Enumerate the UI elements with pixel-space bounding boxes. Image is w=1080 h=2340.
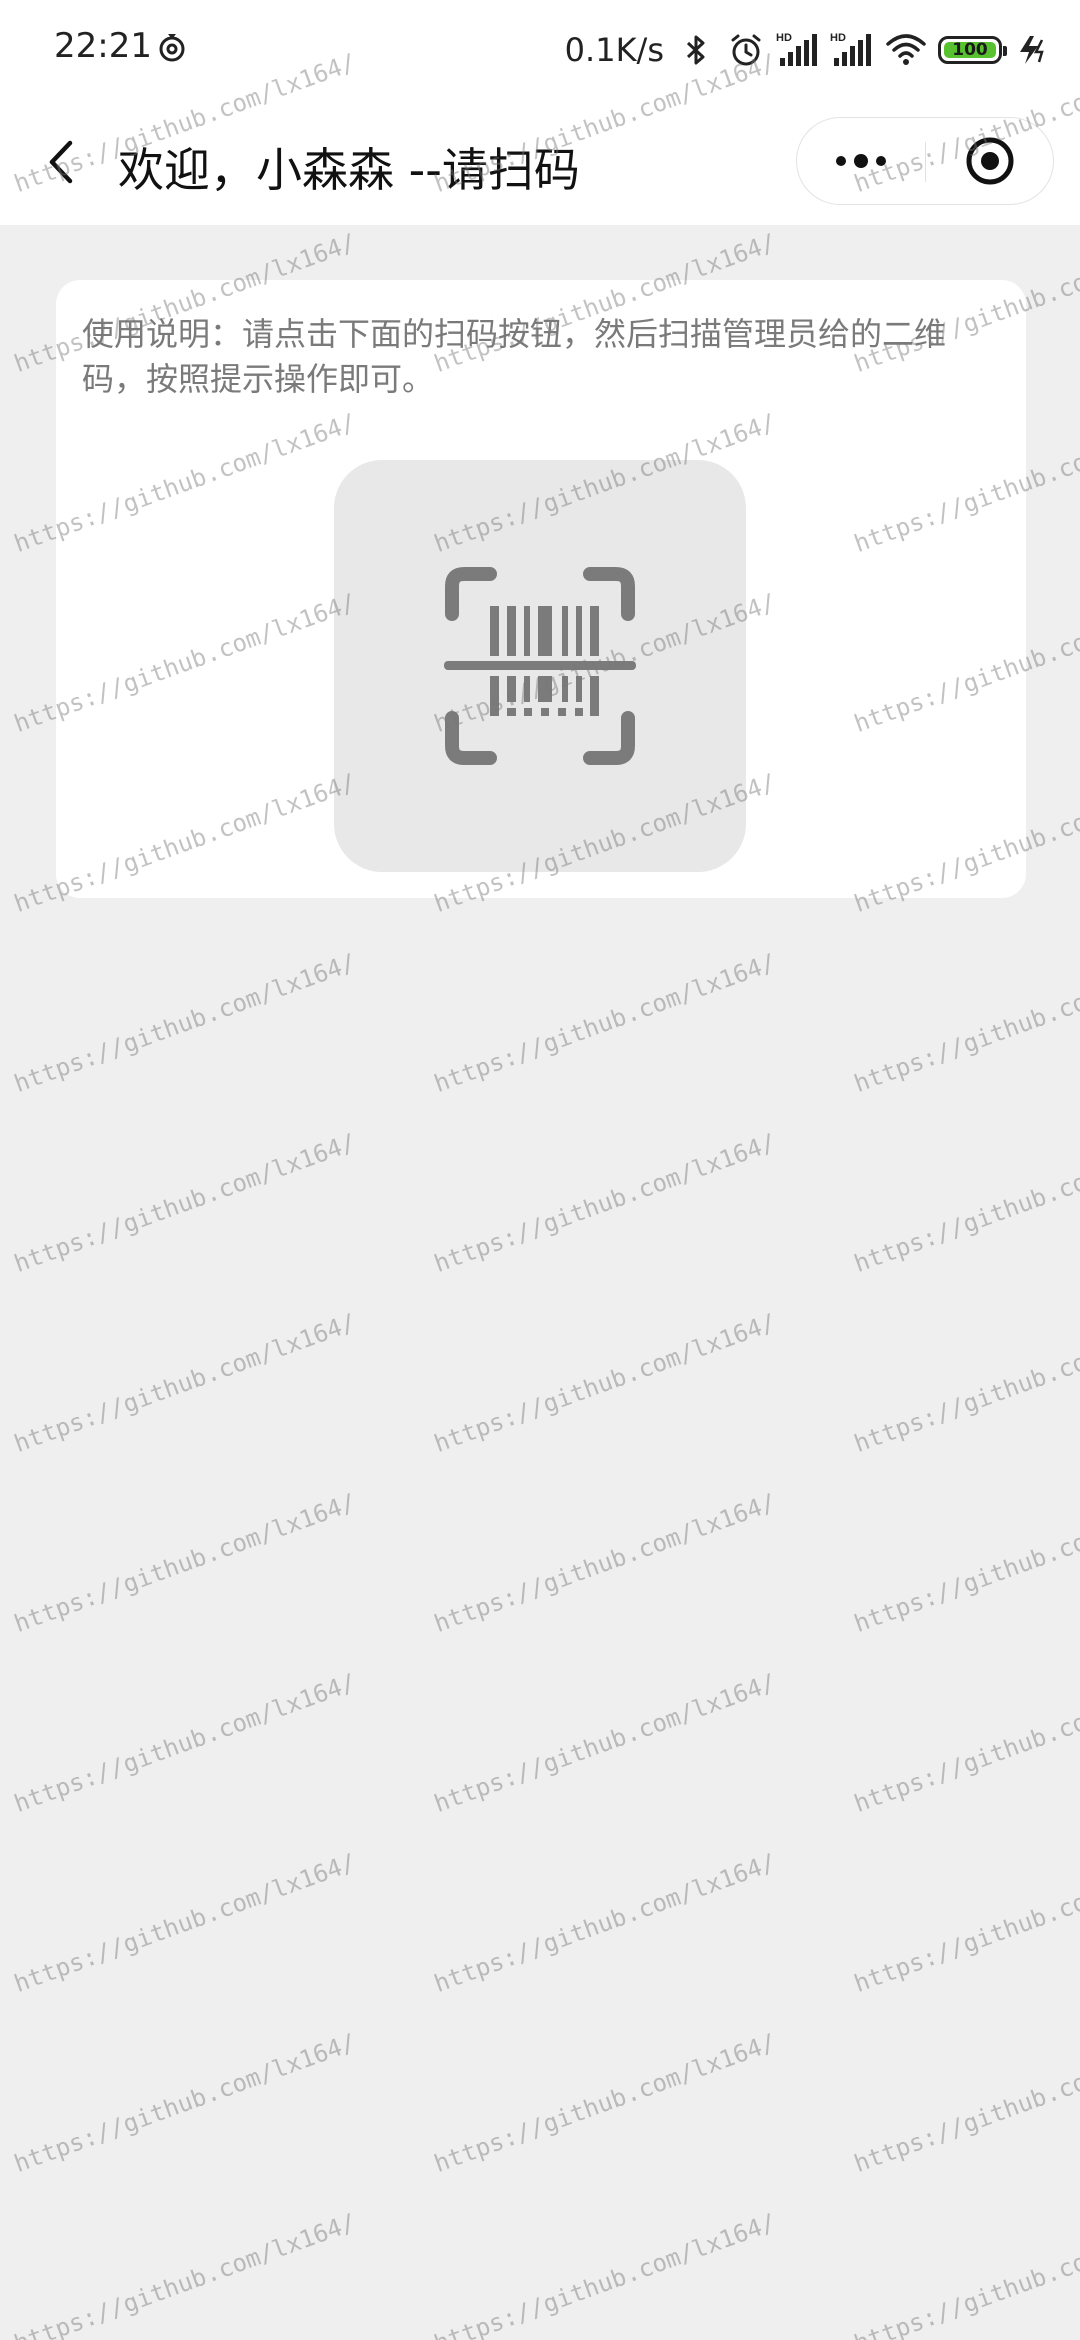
status-time: 22:21 bbox=[54, 26, 152, 66]
chevron-left-icon bbox=[49, 140, 73, 184]
svg-text:HD: HD bbox=[776, 32, 792, 44]
charging-icon bbox=[1020, 36, 1044, 64]
svg-text:HD: HD bbox=[830, 32, 846, 44]
watermark-text: https://github.com/lx164/ bbox=[850, 1848, 1080, 1998]
watermark-text: https://github.com/lx164/ bbox=[10, 948, 360, 1098]
status-bar: 22:21 0.1K/s HD HD 100 bbox=[0, 0, 1080, 100]
watermark-text: https://github.com/lx164/ bbox=[10, 1488, 360, 1638]
close-miniprogram-button[interactable] bbox=[926, 118, 1054, 204]
more-dots-icon bbox=[836, 154, 886, 168]
watermark-text: https://github.com/lx164/ bbox=[430, 2208, 780, 2340]
watermark-text: https://github.com/lx164/ bbox=[850, 2208, 1080, 2340]
watermark-text: https://github.com/lx164/ bbox=[430, 948, 780, 1098]
watermark-text: https://github.com/lx164/ bbox=[10, 1848, 360, 1998]
watermark-text: https://github.com/lx164/ bbox=[430, 2028, 780, 2178]
battery-icon: 100 bbox=[938, 36, 1007, 64]
watermark-text: https://github.com/lx164/ bbox=[10, 2208, 360, 2340]
watermark-text: https://github.com/lx164/ bbox=[850, 948, 1080, 1098]
scan-card: 使用说明：请点击下面的扫码按钮，然后扫描管理员给的二维码，按照提示操作即可。 bbox=[56, 280, 1026, 898]
hd-signal-icon: HD bbox=[776, 32, 817, 66]
usage-instructions: 使用说明：请点击下面的扫码按钮，然后扫描管理员给的二维码，按照提示操作即可。 bbox=[82, 315, 947, 398]
scan-button[interactable] bbox=[334, 460, 746, 872]
miniprogram-capsule bbox=[796, 117, 1054, 205]
watermark-text: https://github.com/lx164/ bbox=[850, 1668, 1080, 1818]
more-button[interactable] bbox=[797, 118, 925, 204]
alarm-icon bbox=[731, 34, 761, 66]
watermark-text: https://github.com/lx164/ bbox=[850, 1488, 1080, 1638]
watermark-text: https://github.com/lx164/ bbox=[850, 1128, 1080, 1278]
watermark-text: https://github.com/lx164/ bbox=[10, 1308, 360, 1458]
watermark-text: https://github.com/lx164/ bbox=[430, 1128, 780, 1278]
back-button[interactable] bbox=[30, 130, 94, 194]
watermark-text: https://github.com/lx164/ bbox=[430, 1488, 780, 1638]
barcode-scan-icon bbox=[444, 567, 636, 765]
sync-icon bbox=[159, 34, 185, 62]
watermark-text: https://github.com/lx164/ bbox=[10, 1128, 360, 1278]
watermark-text: https://github.com/lx164/ bbox=[10, 1668, 360, 1818]
hd-signal-icon: HD bbox=[830, 32, 871, 66]
bluetooth-icon bbox=[686, 35, 705, 65]
watermark-text: https://github.com/lx164/ bbox=[430, 1848, 780, 1998]
page-title: 欢迎，小森森 --请扫码 bbox=[118, 143, 580, 197]
wifi-icon bbox=[886, 34, 926, 65]
status-right-group: 0.1K/s HD HD 100 bbox=[565, 24, 1052, 76]
battery-level: 100 bbox=[952, 40, 988, 60]
target-close-icon bbox=[966, 137, 1014, 185]
watermark-text: https://github.com/lx164/ bbox=[10, 2028, 360, 2178]
watermark-text: https://github.com/lx164/ bbox=[850, 2028, 1080, 2178]
watermark-text: https://github.com/lx164/ bbox=[430, 1668, 780, 1818]
watermark-text: https://github.com/lx164/ bbox=[850, 1308, 1080, 1458]
watermark-text: https://github.com/lx164/ bbox=[430, 1308, 780, 1458]
nav-bar: 欢迎，小森森 --请扫码 bbox=[0, 100, 1080, 225]
network-speed: 0.1K/s bbox=[564, 31, 664, 69]
